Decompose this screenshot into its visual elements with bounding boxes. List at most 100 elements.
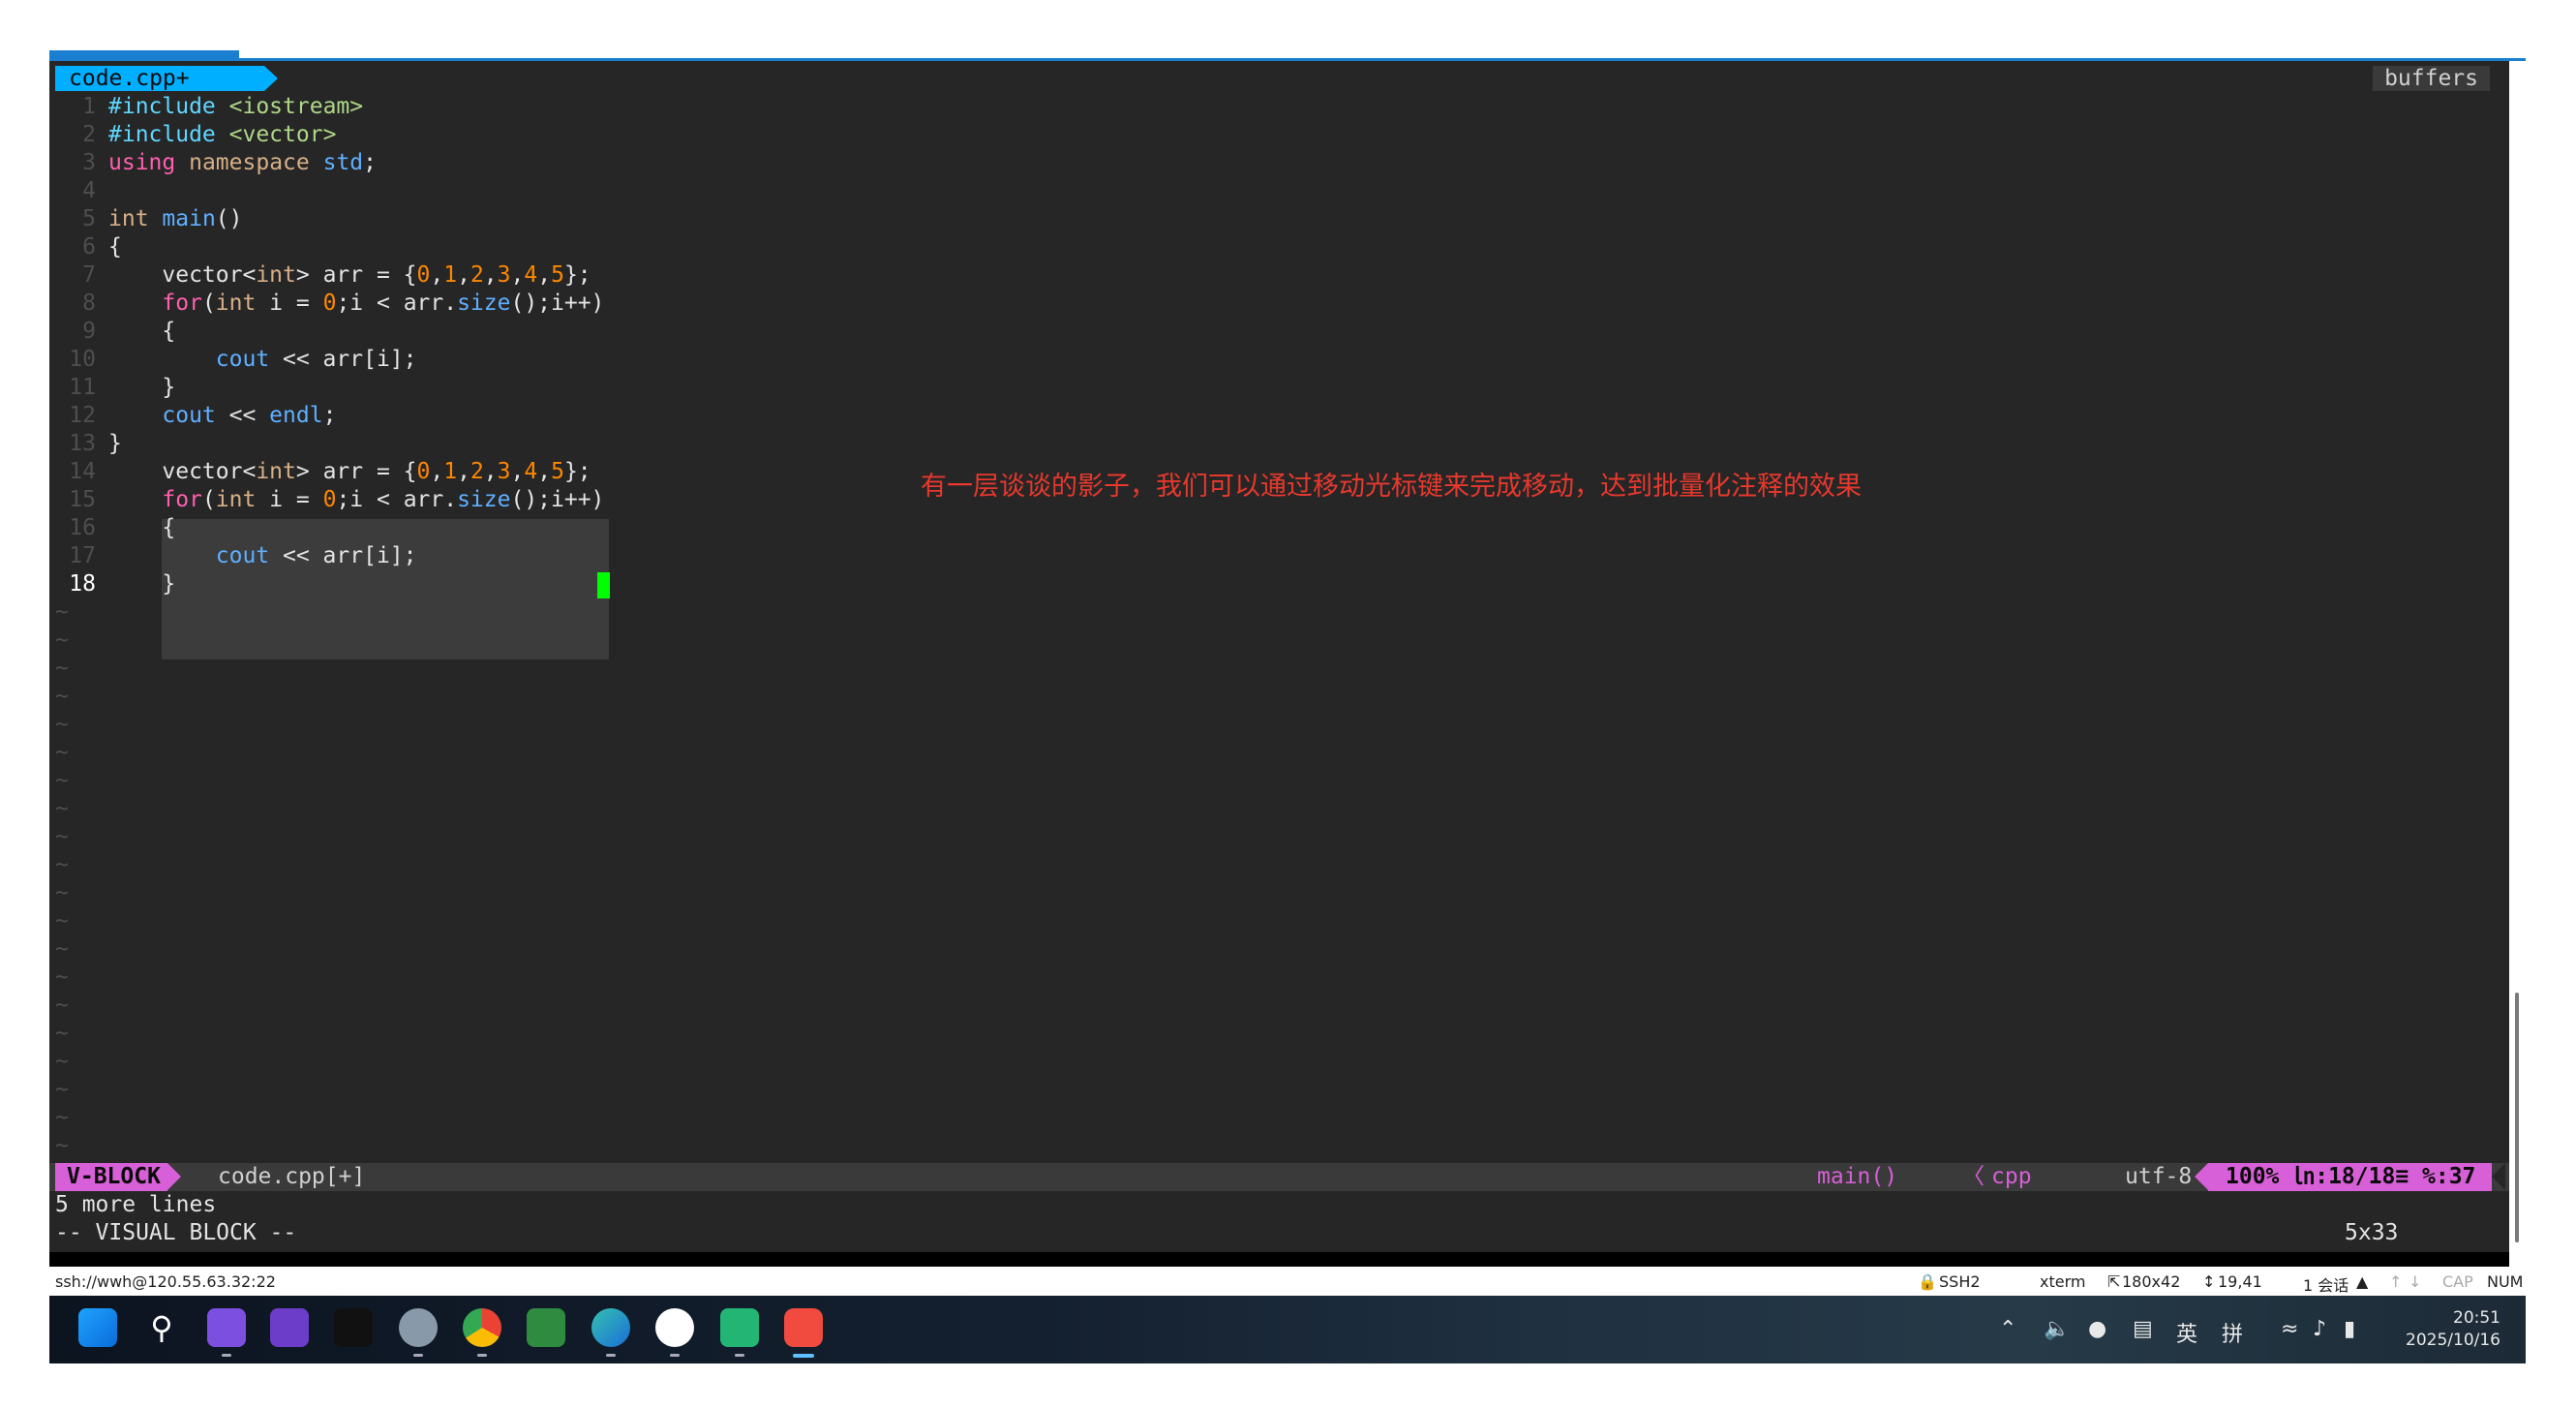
vim-statusline: V-BLOCK code.cpp[+] main() 〈 cpp utf-8 1… — [49, 1163, 2509, 1191]
code-text: #include <iostream> — [108, 94, 364, 119]
tab-code-cpp[interactable]: code.cpp+ — [55, 66, 264, 91]
code-line[interactable]: 10 cout << arr[i]; — [49, 346, 2509, 374]
line-number: 10 — [69, 347, 96, 372]
keyboard-icon[interactable]: ▤ — [2133, 1317, 2153, 1341]
tilde-marker: ~ — [55, 965, 69, 990]
code-line[interactable]: 18 } — [49, 570, 2509, 598]
chevron-up-tray-icon[interactable]: ⌃ — [1999, 1317, 2016, 1341]
empty-line-marker: ~ — [49, 1020, 2509, 1048]
tilde-marker: ~ — [55, 824, 69, 849]
wifi-icon[interactable]: ≈ — [2281, 1317, 2298, 1341]
empty-line-marker: ~ — [49, 964, 2509, 992]
statusline-function: main() — [1817, 1164, 1898, 1189]
code-line[interactable]: 9 { — [49, 318, 2509, 346]
speaker-icon[interactable]: 🔈 — [2044, 1317, 2070, 1341]
code-line[interactable]: 12 cout << endl; — [49, 402, 2509, 430]
code-text: for(int i = 0;i < arr.size();i++) — [162, 291, 605, 316]
line-number: 7 — [82, 262, 96, 288]
app-icon-1[interactable] — [207, 1308, 246, 1347]
statusline-filetype: cpp — [1991, 1164, 2032, 1189]
ime-indicator[interactable]: 拼 — [2222, 1317, 2243, 1348]
code-text: vector<int> arr = {0,1,2,3,4,5}; — [108, 262, 591, 288]
arrow-up-icon: ↑ — [2389, 1272, 2403, 1291]
protocol-label: SSH2 — [1939, 1272, 1981, 1291]
line-number: 5 — [82, 206, 96, 231]
line-number: 11 — [69, 375, 96, 400]
qq-icon[interactable]: ● — [2088, 1317, 2106, 1341]
battery-icon[interactable]: ▮ — [2344, 1317, 2355, 1341]
app-icon-green[interactable] — [527, 1308, 565, 1347]
code-line[interactable]: 1 #include <iostream> — [49, 93, 2509, 121]
app-icon-globe[interactable] — [399, 1308, 438, 1347]
position-end-arrow-icon — [2492, 1163, 2505, 1190]
code-line[interactable]: 3 using namespace std; — [49, 149, 2509, 177]
running-indicator — [477, 1354, 487, 1357]
tilde-marker: ~ — [55, 852, 69, 877]
code-line[interactable]: 13} — [49, 430, 2509, 458]
clock-time: 20:51 — [2453, 1308, 2500, 1328]
panda-app-icon[interactable] — [655, 1308, 694, 1347]
line-number: 14 — [69, 459, 96, 484]
empty-line-marker: ~ — [49, 683, 2509, 711]
code-line[interactable]: 4 — [49, 177, 2509, 205]
tilde-marker: ~ — [55, 599, 69, 625]
code-line[interactable]: 11 } — [49, 374, 2509, 402]
line-number: 3 — [82, 150, 96, 175]
windows-taskbar: ⚲ ⌃ 🔈 ● ▤ 英 拼 ≈ ♪ ▮ 20:51 2025/10/16 — [49, 1296, 2526, 1363]
volume-icon[interactable]: ♪ — [2313, 1317, 2326, 1341]
system-clock[interactable]: 20:51 2025/10/16 — [2406, 1307, 2500, 1352]
code-line[interactable]: 2 #include <vector> — [49, 121, 2509, 149]
code-line[interactable]: 7 vector<int> arr = {0,1,2,3,4,5}; — [49, 261, 2509, 290]
line-number: 15 — [69, 487, 96, 512]
empty-line-marker: ~ — [49, 767, 2509, 795]
start-menu-icon[interactable] — [78, 1308, 117, 1347]
terminal-bottom-border — [49, 1252, 2509, 1267]
line-number: 17 — [69, 543, 96, 568]
line-number: 2 — [82, 122, 96, 147]
lock-icon: 🔒 — [1918, 1272, 1937, 1291]
code-line[interactable]: 16 { — [49, 514, 2509, 542]
code-line[interactable]: 6{ — [49, 233, 2509, 261]
code-text: } — [108, 571, 176, 597]
line-number: 12 — [69, 403, 96, 428]
visual-studio-icon[interactable] — [270, 1308, 309, 1347]
tilde-marker: ~ — [55, 712, 69, 737]
empty-line-marker: ~ — [49, 907, 2509, 935]
tilde-marker: ~ — [55, 1133, 69, 1158]
ssh-status-bar: ssh://wwh@120.55.63.32:22 🔒 SSH2 xterm ⇱… — [49, 1267, 2526, 1296]
tilde-marker: ~ — [55, 1077, 69, 1102]
empty-line-marker: ~ — [49, 598, 2509, 627]
clock-date: 2025/10/16 — [2406, 1331, 2500, 1350]
code-line[interactable]: 5 int main() — [49, 205, 2509, 233]
cursor-icon: ↕ — [2202, 1272, 2216, 1291]
resize-icon: ⇱ — [2107, 1272, 2121, 1291]
app-icon-s[interactable] — [720, 1308, 759, 1347]
chrome-icon[interactable] — [463, 1308, 501, 1347]
terminal-window[interactable]: code.cpp+ buffers 1 #include <iostream> 2 #… — [49, 61, 2509, 1267]
empty-line-marker: ~ — [49, 823, 2509, 851]
language-indicator[interactable]: 英 — [2176, 1317, 2197, 1348]
app-icon-dark[interactable] — [334, 1308, 373, 1347]
code-text: } — [108, 431, 122, 456]
empty-line-marker: ~ — [49, 655, 2509, 683]
empty-line-marker: ~ — [49, 795, 2509, 823]
tilde-marker: ~ — [55, 1049, 69, 1074]
terminal-app-icon[interactable] — [784, 1308, 823, 1347]
running-indicator — [413, 1354, 423, 1357]
scrollbar-thumb[interactable] — [2515, 993, 2519, 1242]
code-line[interactable]: 8 for(int i = 0;i < arr.size();i++) — [49, 290, 2509, 318]
code-text: for(int i = 0;i < arr.size();i++) — [162, 487, 605, 512]
text-cursor — [597, 572, 610, 598]
mode-arrow-icon — [167, 1163, 181, 1190]
line-number: 9 — [82, 319, 96, 344]
code-text: vector<int> arr = {0,1,2,3,4,5}; — [108, 459, 591, 484]
empty-line-marker: ~ — [49, 1132, 2509, 1160]
code-text: cout << endl; — [162, 403, 337, 428]
edge-icon[interactable] — [591, 1308, 630, 1347]
empty-line-marker: ~ — [49, 935, 2509, 964]
search-icon[interactable]: ⚲ — [142, 1308, 181, 1347]
running-indicator — [606, 1354, 616, 1357]
empty-line-marker: ~ — [49, 1048, 2509, 1076]
code-line[interactable]: 17 cout << arr[i]; — [49, 542, 2509, 570]
chevron-up-icon[interactable]: ▲ — [2356, 1272, 2368, 1291]
